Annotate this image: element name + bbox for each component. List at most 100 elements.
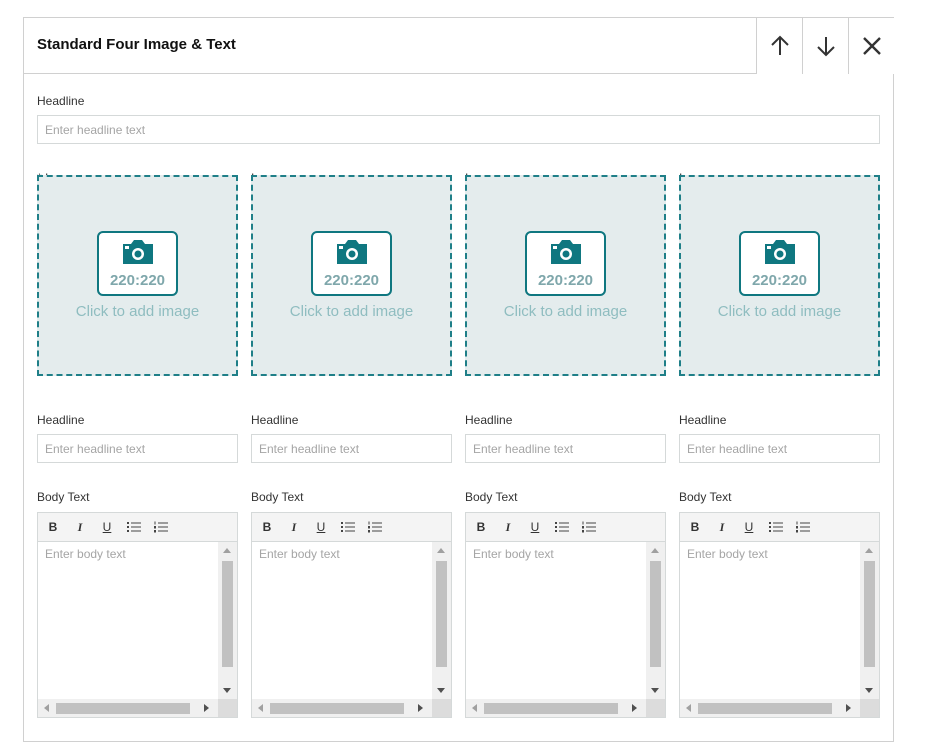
- headline-input-2[interactable]: [251, 434, 452, 463]
- bullet-list-icon: [769, 522, 783, 532]
- italic-button[interactable]: I: [286, 519, 302, 535]
- image-dropzone-3[interactable]: 220:220 Click to add image: [465, 175, 666, 376]
- numbered-list-icon: [796, 521, 810, 533]
- editor-toolbar: B I U: [680, 513, 879, 542]
- image-dropzone-4[interactable]: 220:220 Click to add image: [679, 175, 880, 376]
- body-label-1: Body Text: [37, 490, 90, 504]
- image-size-text: 220:220: [537, 272, 594, 289]
- editor-toolbar: B I U: [466, 513, 665, 542]
- close-button[interactable]: [848, 18, 894, 74]
- italic-button[interactable]: I: [72, 519, 88, 535]
- numbered-list-icon: [368, 521, 382, 533]
- scrollbar-corner: [432, 699, 451, 717]
- scroll-left-icon[interactable]: [686, 704, 691, 712]
- body-label-4: Body Text: [679, 490, 732, 504]
- underline-button[interactable]: U: [741, 519, 757, 535]
- bullet-list-button[interactable]: [126, 519, 142, 535]
- numbered-list-icon: [154, 521, 168, 533]
- camera-badge: 220:220: [739, 231, 820, 296]
- scroll-down-icon[interactable]: [437, 688, 445, 693]
- main-headline-label: Headline: [37, 94, 85, 108]
- scroll-thumb[interactable]: [650, 561, 661, 667]
- underline-button[interactable]: U: [527, 519, 543, 535]
- scroll-down-icon[interactable]: [865, 688, 873, 693]
- scroll-thumb[interactable]: [222, 561, 233, 667]
- body-textarea-2[interactable]: [252, 542, 432, 699]
- scroll-up-icon[interactable]: [865, 548, 873, 553]
- horizontal-scrollbar[interactable]: [252, 699, 432, 717]
- scroll-left-icon[interactable]: [44, 704, 49, 712]
- bold-button[interactable]: B: [473, 519, 489, 535]
- arrow-down-icon: [816, 37, 835, 57]
- scroll-up-icon[interactable]: [651, 548, 659, 553]
- vertical-scrollbar[interactable]: [432, 542, 451, 699]
- scroll-up-icon[interactable]: [437, 548, 445, 553]
- bullet-list-button[interactable]: [768, 519, 784, 535]
- camera-icon: [551, 240, 581, 264]
- body-editor-3: B I U: [465, 512, 666, 718]
- module-header: Standard Four Image & Text: [24, 18, 894, 74]
- body-textarea-1[interactable]: [38, 542, 218, 699]
- scroll-right-icon[interactable]: [418, 704, 423, 712]
- bullet-list-button[interactable]: [554, 519, 570, 535]
- headline-input-3[interactable]: [465, 434, 666, 463]
- underline-button[interactable]: U: [99, 519, 115, 535]
- body-textarea-3[interactable]: [466, 542, 646, 699]
- bold-button[interactable]: B: [259, 519, 275, 535]
- module-title: Standard Four Image & Text: [37, 36, 236, 53]
- headline-label-1: Headline: [37, 413, 85, 427]
- move-up-button[interactable]: [756, 18, 802, 74]
- move-down-button[interactable]: [802, 18, 848, 74]
- add-image-text: Click to add image: [289, 303, 414, 320]
- scroll-left-icon[interactable]: [472, 704, 477, 712]
- vertical-scrollbar[interactable]: [646, 542, 665, 699]
- body-textarea-4[interactable]: [680, 542, 860, 699]
- image-size-text: 220:220: [323, 272, 380, 289]
- camera-badge: 220:220: [97, 231, 178, 296]
- horizontal-scrollbar[interactable]: [680, 699, 860, 717]
- scroll-right-icon[interactable]: [846, 704, 851, 712]
- close-icon: [862, 37, 881, 55]
- scroll-thumb[interactable]: [484, 703, 618, 714]
- headline-label-3: Headline: [465, 413, 513, 427]
- numbered-list-button[interactable]: [795, 519, 811, 535]
- numbered-list-button[interactable]: [581, 519, 597, 535]
- bold-button[interactable]: B: [687, 519, 703, 535]
- image-dropzone-1[interactable]: 220:220 Click to add image: [37, 175, 238, 376]
- scrollbar-corner: [218, 699, 237, 717]
- italic-button[interactable]: I: [714, 519, 730, 535]
- horizontal-scrollbar[interactable]: [466, 699, 646, 717]
- image-dropzone-2[interactable]: 220:220 Click to add image: [251, 175, 452, 376]
- scroll-up-icon[interactable]: [223, 548, 231, 553]
- scroll-thumb[interactable]: [270, 703, 404, 714]
- scroll-right-icon[interactable]: [632, 704, 637, 712]
- camera-icon: [123, 240, 153, 264]
- headline-input-1[interactable]: [37, 434, 238, 463]
- scroll-down-icon[interactable]: [651, 688, 659, 693]
- bullet-list-icon: [555, 522, 569, 532]
- scroll-thumb[interactable]: [56, 703, 190, 714]
- bold-button[interactable]: B: [45, 519, 61, 535]
- numbered-list-button[interactable]: [367, 519, 383, 535]
- arrow-up-icon: [770, 35, 789, 55]
- scroll-thumb[interactable]: [436, 561, 447, 667]
- numbered-list-button[interactable]: [153, 519, 169, 535]
- headline-input-4[interactable]: [679, 434, 880, 463]
- vertical-scrollbar[interactable]: [218, 542, 237, 699]
- scrollbar-corner: [646, 699, 665, 717]
- horizontal-scrollbar[interactable]: [38, 699, 218, 717]
- scroll-right-icon[interactable]: [204, 704, 209, 712]
- body-editor-2: B I U: [251, 512, 452, 718]
- scrollbar-corner: [860, 699, 879, 717]
- numbered-list-icon: [582, 521, 596, 533]
- scroll-down-icon[interactable]: [223, 688, 231, 693]
- italic-button[interactable]: I: [500, 519, 516, 535]
- camera-icon: [337, 240, 367, 264]
- scroll-thumb[interactable]: [864, 561, 875, 667]
- main-headline-input[interactable]: [37, 115, 880, 144]
- underline-button[interactable]: U: [313, 519, 329, 535]
- bullet-list-button[interactable]: [340, 519, 356, 535]
- vertical-scrollbar[interactable]: [860, 542, 879, 699]
- scroll-left-icon[interactable]: [258, 704, 263, 712]
- scroll-thumb[interactable]: [698, 703, 832, 714]
